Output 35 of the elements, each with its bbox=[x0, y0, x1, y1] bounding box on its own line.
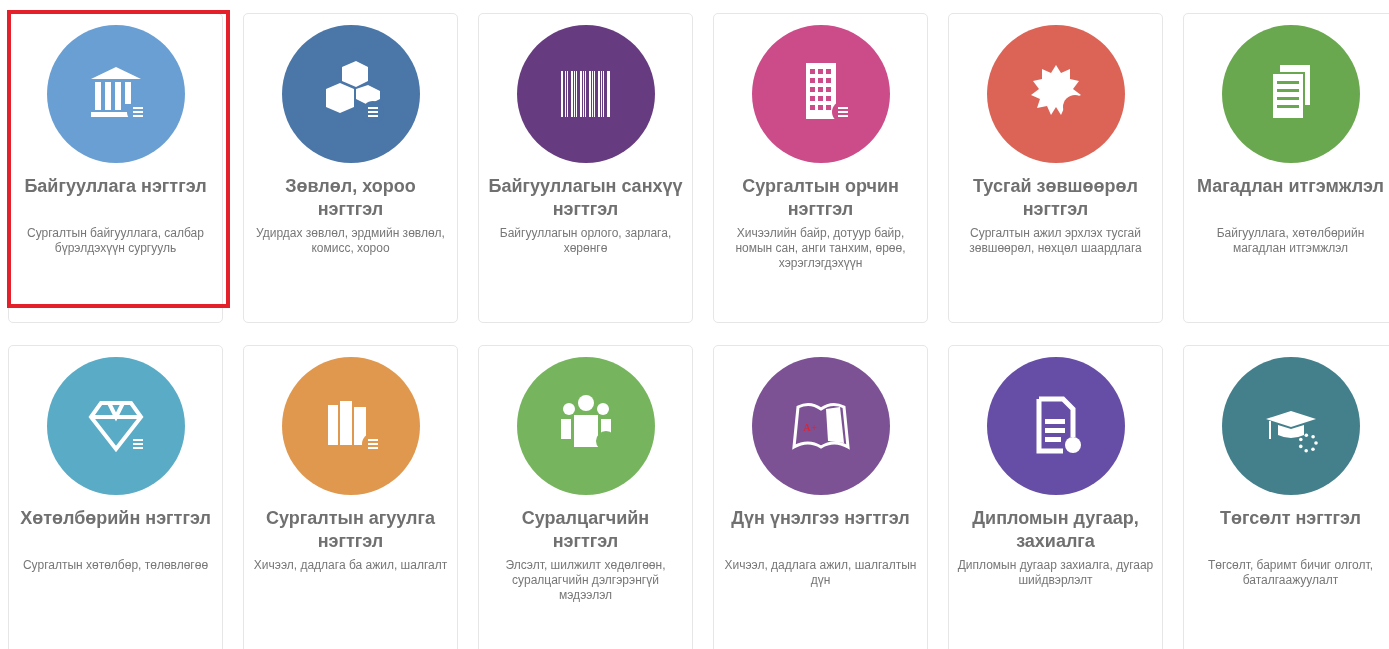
module-description: Сургалтын ажил эрхлэх тусгай зөвшөөрөл, нөхцөл шаардлага bbox=[968, 226, 1143, 256]
module-card[interactable]: A+ Дүн үнэлгээ нэгтгэл Хичээл, дадлага ажил, шалгалтын дүн bbox=[713, 345, 928, 649]
module-title: Тусгай зөвшөөрөл нэгтгэл bbox=[972, 175, 1139, 221]
module-card[interactable]: Хөтөлбөрийн нэгтгэл Сургалтын хөтөлбөр, төлөвлөгөө bbox=[8, 345, 223, 649]
module-card[interactable]: Суралцагчийн нэгтгэл Элсэлт, шилжилт хөдөлгөөн, суралцагчийн дэлгэрэнгүй мэдээлэл bbox=[478, 345, 693, 649]
module-card[interactable]: Дипломын дугаар, захиалга Дипломын дугаар захиалга, дугаар шийдвэрлэлт bbox=[948, 345, 1163, 649]
module-title: Хөтөлбөрийн нэгтгэл bbox=[20, 507, 211, 530]
module-title: Сургалтын орчин нэгтгэл bbox=[741, 175, 900, 221]
module-description: Төгсөлт, баримт бичиг олголт, баталгаажуулалт bbox=[1206, 558, 1374, 588]
module-card[interactable]: Сургалтын агуулга нэгтгэл Хичээл, дадлага ба ажил, шалгалт bbox=[243, 345, 458, 649]
module-card[interactable]: Төгсөлт нэгтгэл Төгсөлт, баримт бичиг олголт, баталгаажуулалт bbox=[1183, 345, 1389, 649]
module-description: Сургалтын хөтөлбөр, төлөвлөгөө bbox=[22, 558, 209, 573]
module-title: Төгсөлт нэгтгэл bbox=[1219, 507, 1362, 530]
module-title: Сургалтын агуулга нэгтгэл bbox=[265, 507, 436, 553]
module-card[interactable]: Зөвлөл, хороо нэгтгэл Удирдах зөвлөл, эрдмийн зөвлөл, комисс, хороо bbox=[243, 13, 458, 323]
module-title: Суралцагчийн нэгтгэл bbox=[520, 507, 651, 553]
module-description: Хичээл, дадлага ба ажил, шалгалт bbox=[253, 558, 448, 573]
module-title: Дипломын дугаар, захиалга bbox=[971, 507, 1140, 553]
module-description: Байгууллагын орлого, зарлага, хөрөнгө bbox=[498, 226, 673, 256]
module-title: Дүн үнэлгээ нэгтгэл bbox=[731, 507, 910, 530]
module-title: Магадлан итгэмжлэл bbox=[1197, 175, 1384, 198]
module-card[interactable]: Байгууллагын санхүү нэгтгэл Байгууллагын орлого, зарлага, хөрөнгө bbox=[478, 13, 693, 323]
module-card[interactable]: Сургалтын орчин нэгтгэл Хичээлийн байр, дотуур байр, номын сан, анги танхим, өрөө, хэрэглэгдэхүүн bbox=[713, 13, 928, 323]
module-description: Дипломын дугаар захиалга, дугаар шийдвэрлэлт bbox=[957, 558, 1154, 588]
module-title: Байгууллагын санхүү нэгтгэл bbox=[487, 175, 684, 221]
module-description: Удирдах зөвлөл, эрдмийн зөвлөл, комисс, хороо bbox=[255, 226, 446, 256]
module-title: Байгууллага нэгтгэл bbox=[24, 175, 207, 198]
module-description: Байгууллага, хөтөлбөрийн магадлан итгэмжлэл bbox=[1215, 226, 1366, 256]
module-title: Зөвлөл, хороо нэгтгэл bbox=[284, 175, 417, 221]
module-description: Хичээлийн байр, дотуур байр, номын сан, анги танхим, өрөө, хэрэглэгдэхүүн bbox=[734, 226, 907, 271]
module-description: Сургалтын байгууллага, салбар бүрэлдэхүүн сургууль bbox=[26, 226, 205, 256]
module-card[interactable]: Магадлан итгэмжлэл Байгууллага, хөтөлбөрийн магадлан итгэмжлэл bbox=[1183, 13, 1389, 323]
module-description: Элсэлт, шилжилт хөдөлгөөн, суралцагчийн дэлгэрэнгүй мэдээлэл bbox=[504, 558, 667, 603]
module-description: Хичээл, дадлага ажил, шалгалтын дүн bbox=[723, 558, 918, 588]
module-card[interactable]: Тусгай зөвшөөрөл нэгтгэл Сургалтын ажил эрхлэх тусгай зөвшөөрөл, нөхцөл шаардлага bbox=[948, 13, 1163, 323]
